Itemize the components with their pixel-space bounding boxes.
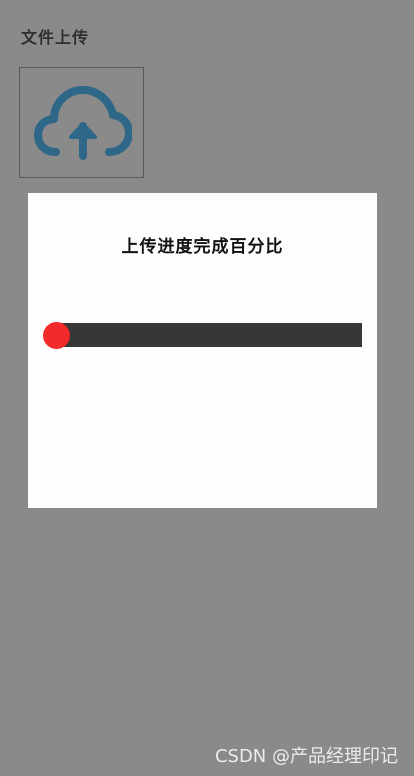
cloud-upload-icon — [34, 86, 132, 160]
progress-knob[interactable] — [43, 322, 70, 349]
progress-track[interactable] — [55, 323, 362, 347]
watermark: CSDN @产品经理印记 — [214, 746, 398, 767]
progress-dialog-title: 上传进度完成百分比 — [121, 237, 284, 257]
upload-button[interactable] — [19, 67, 144, 178]
page-title: 文件上传 — [21, 28, 90, 47]
progress-dialog: 上传进度完成百分比 — [28, 193, 377, 508]
